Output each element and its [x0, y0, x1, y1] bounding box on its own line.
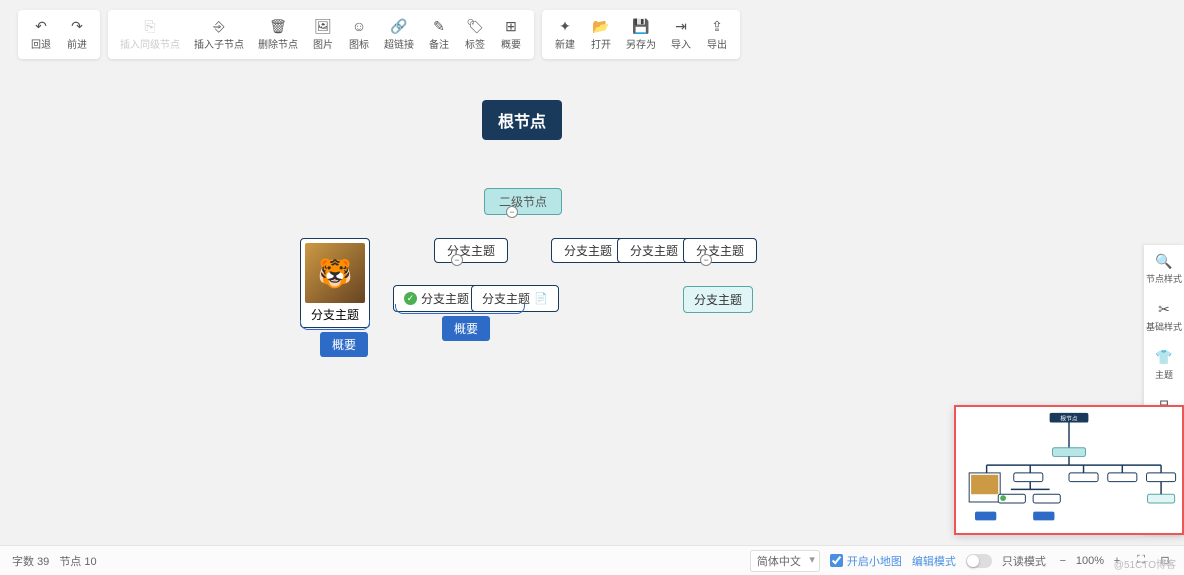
root-node[interactable]: 根节点: [482, 100, 562, 140]
summary-node[interactable]: 概要: [442, 316, 490, 341]
toolbar-备注[interactable]: ✎备注: [422, 14, 456, 55]
toolbar-另存为[interactable]: 💾另存为: [620, 14, 662, 55]
canvas-connectors: [0, 0, 300, 150]
sidepanel-主题[interactable]: 👕主题: [1144, 341, 1184, 389]
branch-node[interactable]: 分支主题: [434, 238, 508, 263]
toolbar-图标[interactable]: ☺图标: [342, 14, 376, 55]
toolbar-概要[interactable]: ⊞概要: [494, 14, 528, 55]
summary-bracket: [300, 320, 370, 330]
summary-node[interactable]: 概要: [320, 332, 368, 357]
collapse-toggle[interactable]: −: [506, 206, 518, 218]
collapse-toggle[interactable]: −: [700, 254, 712, 266]
branch-node-image[interactable]: 🐯 分支主题: [300, 238, 370, 328]
minimap[interactable]: 根节点: [954, 405, 1184, 535]
branch-node[interactable]: 分支主题: [683, 286, 753, 313]
toolbar-打开[interactable]: 📂打开: [584, 14, 618, 55]
readonly-toggle[interactable]: [966, 554, 992, 568]
statusbar: 字数 39 节点 10 简体中文 开启小地图 编辑模式 只读模式 − 100% …: [0, 545, 1184, 575]
toolbar-标签[interactable]: 🏷标签: [458, 14, 492, 55]
toolbar-图片[interactable]: 🖼图片: [306, 14, 340, 55]
level2-node[interactable]: 二级节点: [484, 188, 562, 215]
toolbar-导出[interactable]: ⇪导出: [700, 14, 734, 55]
branch-node[interactable]: 分支主题: [551, 238, 625, 263]
zoom-out-button[interactable]: −: [1056, 555, 1070, 567]
branch-node[interactable]: 分支主题: [683, 238, 757, 263]
sidepanel-节点样式[interactable]: 🔍节点样式: [1144, 245, 1184, 293]
minimap-toggle[interactable]: 开启小地图: [830, 553, 902, 569]
readonly-label: 只读模式: [1002, 553, 1046, 569]
zoom-level: 100%: [1076, 555, 1104, 567]
sidepanel-基础样式[interactable]: ✂基础样式: [1144, 293, 1184, 341]
branch-node[interactable]: 分支主题: [617, 238, 691, 263]
minimap-root: 根节点: [1060, 415, 1078, 423]
toolbar-超链接[interactable]: 🔗超链接: [378, 14, 420, 55]
node-count: 节点 10: [59, 553, 96, 569]
collapse-toggle[interactable]: −: [451, 254, 463, 266]
language-select[interactable]: 简体中文: [750, 550, 820, 572]
node-image: 🐯: [305, 243, 365, 303]
toolbar-导入[interactable]: ⇥导入: [664, 14, 698, 55]
summary-bracket: [395, 304, 525, 314]
document-icon: 📄: [534, 292, 548, 305]
watermark: @51CTO博客: [1114, 556, 1176, 571]
edit-mode-label[interactable]: 编辑模式: [912, 553, 956, 569]
char-count: 字数 39: [12, 553, 49, 569]
toolbar-新建[interactable]: ✦新建: [548, 14, 582, 55]
